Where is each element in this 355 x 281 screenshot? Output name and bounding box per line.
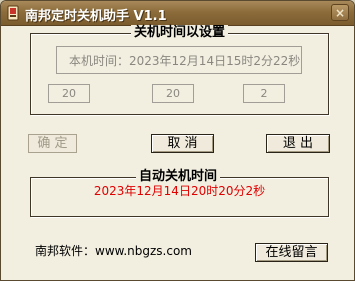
current-time-label: 本机时间：2023年12月14日15时2分22秒 <box>69 54 301 68</box>
confirm-button[interactable]: 确 定 <box>28 134 77 153</box>
second-input[interactable]: 2 <box>243 84 285 103</box>
auto-shutdown-group: 自动关机时间 2023年12月14日20时20分2秒 <box>30 169 329 217</box>
cancel-button[interactable]: 取 消 <box>151 134 214 153</box>
close-button[interactable]: × <box>331 4 349 21</box>
website-label: 南邦软件：www.nbgzs.com <box>35 244 192 258</box>
window-title: 南邦定时关机助手 V1.1 <box>25 9 167 24</box>
exit-button[interactable]: 退 出 <box>266 134 330 153</box>
current-time-box: 本机时间：2023年12月14日15时2分22秒 <box>56 46 302 74</box>
title-bar[interactable]: 南邦定时关机助手 V1.1 × <box>1 1 354 26</box>
settings-group-title: 关机时间以设置 <box>131 25 229 41</box>
app-logo-icon <box>7 5 19 21</box>
shutdown-time-value: 2023年12月14日20时20分2秒 <box>93 184 266 198</box>
app-window: 南邦定时关机助手 V1.1 × 关机时间以设置 本机时间：2023年12月14日… <box>0 0 355 281</box>
online-message-button[interactable]: 在线留言 <box>255 243 328 262</box>
shutdown-settings-group: 关机时间以设置 本机时间：2023年12月14日15时2分22秒 20 20 2 <box>30 25 329 115</box>
close-icon: × <box>334 6 346 20</box>
hour-input[interactable]: 20 <box>48 84 90 103</box>
minute-input[interactable]: 20 <box>152 84 194 103</box>
